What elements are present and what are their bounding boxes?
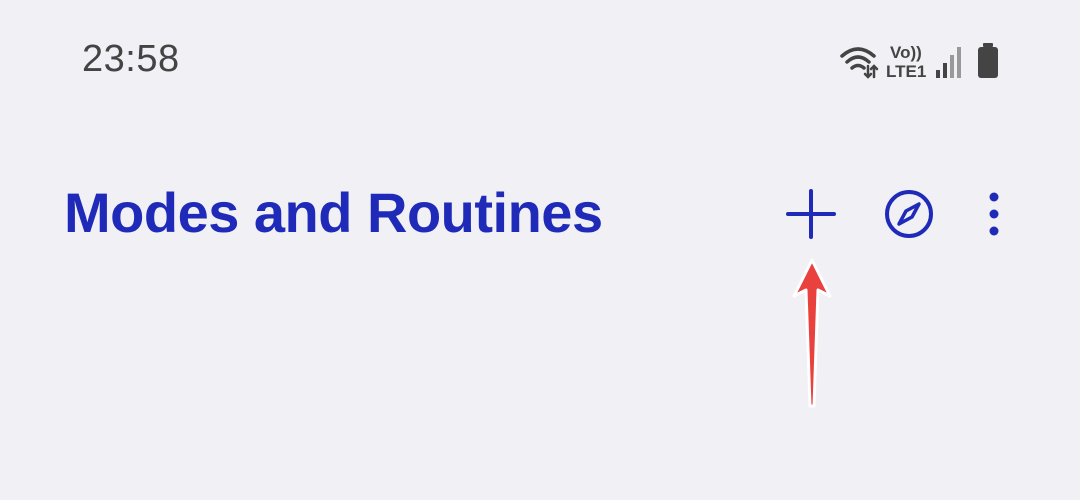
compass-icon: [885, 190, 933, 238]
add-button[interactable]: [775, 178, 847, 250]
discover-button[interactable]: [873, 178, 945, 250]
lte-label: LTE1: [886, 62, 926, 81]
page-title: Modes and Routines: [64, 181, 603, 244]
wifi-icon: [840, 47, 879, 79]
volte-label: Vo)): [890, 43, 922, 62]
signal-icon: [936, 47, 961, 78]
vertical-dots-icon: [989, 192, 999, 236]
annotation-arrow-icon: [792, 258, 832, 408]
battery-icon: [978, 43, 998, 78]
plus-icon: [786, 189, 836, 239]
volte-lte-icon: Vo)) LTE1: [886, 43, 926, 81]
more-options-button[interactable]: [958, 178, 1030, 250]
status-icons: Vo)) LTE1: [836, 40, 1006, 84]
status-time: 23:58: [82, 38, 180, 80]
